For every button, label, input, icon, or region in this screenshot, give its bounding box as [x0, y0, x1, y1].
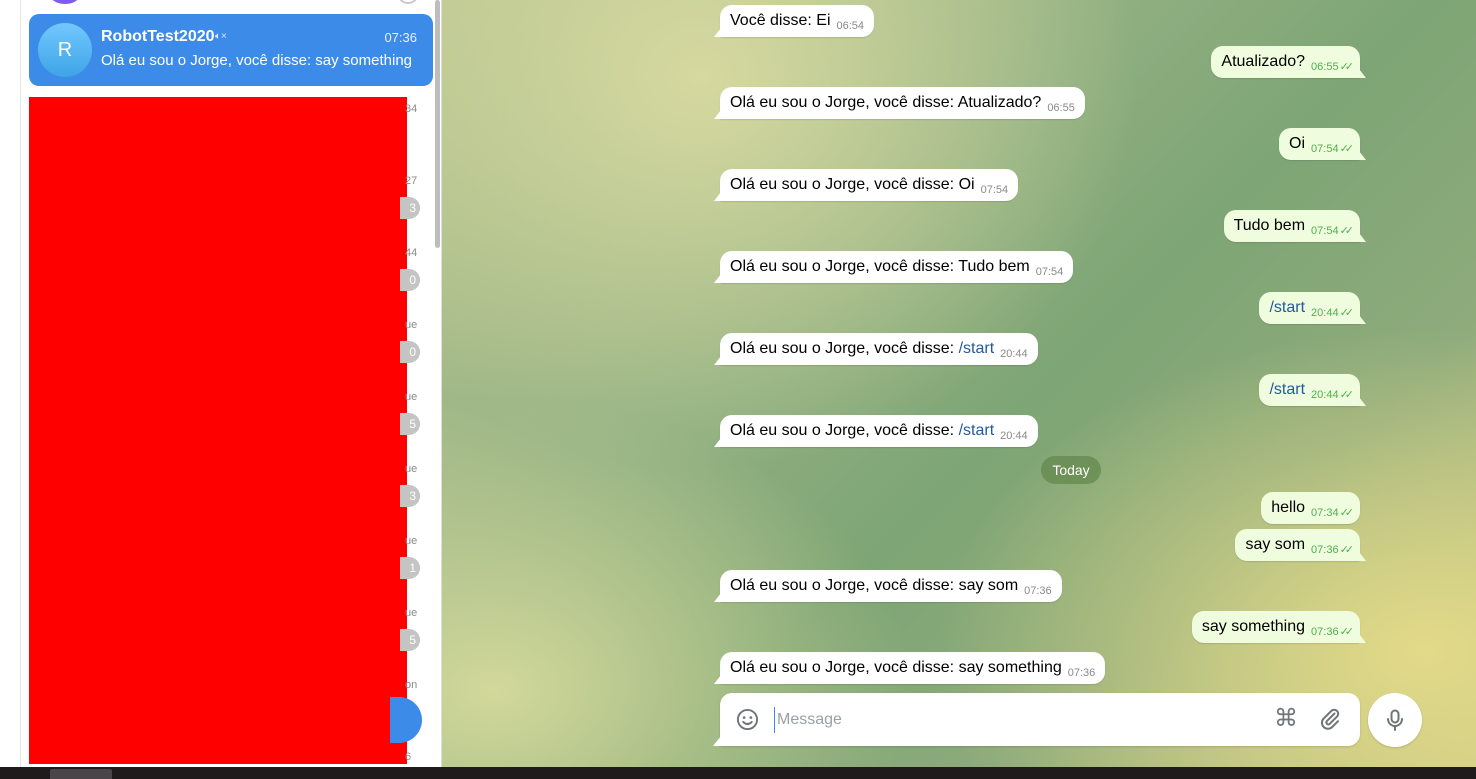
partial-chat-time: 44 — [405, 247, 418, 259]
message-outgoing[interactable]: Atualizado? 06:55 ✓✓ — [1211, 46, 1366, 78]
message-outgoing[interactable]: say som 07:36 ✓✓ — [1235, 529, 1366, 561]
partial-chat-time: ue — [405, 391, 418, 403]
partial-chat-time: ue — [405, 535, 418, 547]
message-text: Olá eu sou o Jorge, você disse: Oi — [730, 176, 975, 193]
message-text: Tudo bem — [1233, 217, 1306, 234]
partial-unread-badge: 5 — [400, 629, 420, 651]
message-text: say som — [1245, 536, 1306, 553]
bot-command-link[interactable]: /start — [1269, 381, 1305, 399]
message-time: 07:54 — [1035, 265, 1064, 278]
chat-preview: Olá eu sou o Jorge, você disse: say some… — [101, 52, 413, 69]
message-time: 20:44 — [1311, 388, 1339, 401]
new-chat-button[interactable] — [390, 697, 422, 743]
message-outgoing[interactable]: hello 07:34 ✓✓ — [1261, 492, 1360, 524]
message-text: Olá eu sou o Jorge, você disse: — [730, 422, 959, 439]
message-time: 07:54 — [980, 183, 1009, 196]
double-check-icon: ✓✓ — [1339, 61, 1355, 73]
taskbar-item[interactable] — [50, 769, 112, 779]
message-time: 07:54 — [1311, 142, 1339, 155]
message-outgoing[interactable]: Tudo bem 07:54 ✓✓ — [1223, 210, 1366, 242]
double-check-icon: ✓✓ — [1339, 389, 1355, 401]
message-time: 07:36 — [1067, 666, 1096, 679]
bot-command-link[interactable]: /start — [959, 340, 995, 358]
message-text: Oi — [1289, 135, 1306, 152]
command-icon[interactable]: ⌘ — [1272, 705, 1300, 733]
chat-name: RobotTest2020 — [101, 28, 215, 45]
sidebar-left-rule — [20, 0, 21, 767]
message-text: Olá eu sou o Jorge, você disse: Atualiza… — [730, 94, 1042, 111]
partial-unread-badge: 1 — [400, 557, 420, 579]
message-outgoing[interactable]: Oi 07:54 ✓✓ — [1279, 128, 1366, 160]
message-text: hello — [1271, 499, 1306, 516]
message-time: 20:44 — [1311, 306, 1339, 319]
message-time: 06:54 — [836, 19, 865, 32]
message-time: 07:36 — [1311, 543, 1339, 556]
partial-chat-time: 27 — [405, 175, 418, 187]
partial-avatar — [46, 0, 84, 4]
chat-list-sidebar: R RobotTest2020 🔈︎× 07:36 Olá eu sou o J… — [0, 0, 441, 767]
message-time: 20:44 — [1000, 429, 1028, 442]
message-text: Olá eu sou o Jorge, você disse: say som — [730, 577, 1019, 594]
double-check-icon: ✓✓ — [1339, 544, 1355, 556]
message-time: 07:36 — [1311, 625, 1339, 638]
message-composer: ⌘ — [713, 693, 1360, 746]
message-incoming[interactable]: Olá eu sou o Jorge, você disse: say som … — [714, 570, 1062, 602]
message-outgoing[interactable]: /start 20:44 ✓✓ — [1259, 374, 1366, 406]
message-input[interactable] — [774, 707, 1254, 733]
double-check-icon: ✓✓ — [1339, 143, 1355, 155]
message-incoming[interactable]: Olá eu sou o Jorge, você disse: Tudo bem… — [714, 251, 1074, 283]
double-check-icon: ✓✓ — [1339, 307, 1355, 319]
partial-unread-badge: 3 — [400, 197, 420, 219]
message-time: 07:54 — [1311, 224, 1339, 237]
avatar: R — [38, 23, 92, 77]
message-time: 07:36 — [1024, 584, 1052, 597]
message-time: 20:44 — [1000, 347, 1028, 360]
message-incoming[interactable]: Olá eu sou o Jorge, você disse: /start 2… — [714, 415, 1038, 447]
date-divider: Today — [1041, 456, 1101, 484]
partial-chat-time: ue — [405, 463, 418, 475]
double-check-icon: ✓✓ — [1339, 225, 1355, 237]
message-incoming[interactable]: Olá eu sou o Jorge, você disse: Atualiza… — [714, 87, 1085, 119]
partial-chat-time: 6 — [405, 751, 412, 763]
redacted-region — [29, 97, 407, 764]
message-text: Olá eu sou o Jorge, você disse: say some… — [730, 659, 1062, 676]
partial-unread-badge: 3 — [400, 485, 420, 507]
double-check-icon: ✓✓ — [1339, 507, 1355, 519]
message-incoming[interactable]: Olá eu sou o Jorge, você disse: Oi 07:54 — [714, 169, 1019, 201]
chat-time: 07:36 — [384, 30, 417, 45]
bot-command-link[interactable]: /start — [959, 422, 995, 440]
message-text: Você disse: Ei — [730, 12, 831, 29]
message-incoming[interactable]: Olá eu sou o Jorge, você disse: /start 2… — [714, 333, 1038, 365]
partial-unread-circle — [397, 0, 419, 4]
microphone-button[interactable] — [1368, 693, 1422, 747]
message-incoming[interactable]: Você disse: Ei 06:54 — [714, 5, 875, 37]
message-time: 07:34 — [1311, 506, 1339, 519]
partial-unread-badge: 0 — [400, 269, 420, 291]
partial-unread-badge: 5 — [400, 413, 420, 435]
message-text: Olá eu sou o Jorge, você disse: — [730, 340, 959, 357]
double-check-icon: ✓✓ — [1339, 626, 1355, 638]
os-taskbar — [0, 767, 1476, 779]
partial-chat-time: ue — [405, 319, 418, 331]
message-text: Atualizado? — [1221, 53, 1306, 70]
attach-icon[interactable] — [1318, 707, 1342, 731]
message-text: say something — [1201, 618, 1306, 635]
microphone-icon — [1387, 709, 1403, 731]
sidebar-scrollbar[interactable] — [435, 0, 440, 248]
muted-speaker-icon: 🔈︎× — [215, 31, 227, 42]
message-outgoing[interactable]: say something 07:36 ✓✓ — [1191, 611, 1366, 643]
bot-command-link[interactable]: /start — [1269, 299, 1305, 317]
message-text: Olá eu sou o Jorge, você disse: Tudo bem — [730, 258, 1030, 275]
partial-unread-badge: 0 — [400, 341, 420, 363]
chat-area: Você disse: Ei 06:54 Atualizado? 06:55 ✓… — [442, 0, 1476, 767]
message-incoming[interactable]: Olá eu sou o Jorge, você disse: say some… — [714, 652, 1106, 684]
message-time: 06:55 — [1311, 60, 1339, 73]
partial-chat-time: on — [405, 679, 418, 691]
chat-item-robottest2020[interactable]: R RobotTest2020 🔈︎× 07:36 Olá eu sou o J… — [29, 14, 433, 86]
emoji-icon[interactable] — [736, 708, 759, 731]
message-time: 06:55 — [1047, 101, 1075, 114]
message-outgoing[interactable]: /start 20:44 ✓✓ — [1259, 292, 1366, 324]
partial-chat-time: ue — [405, 607, 418, 619]
partial-chat-time: 34 — [405, 103, 418, 115]
